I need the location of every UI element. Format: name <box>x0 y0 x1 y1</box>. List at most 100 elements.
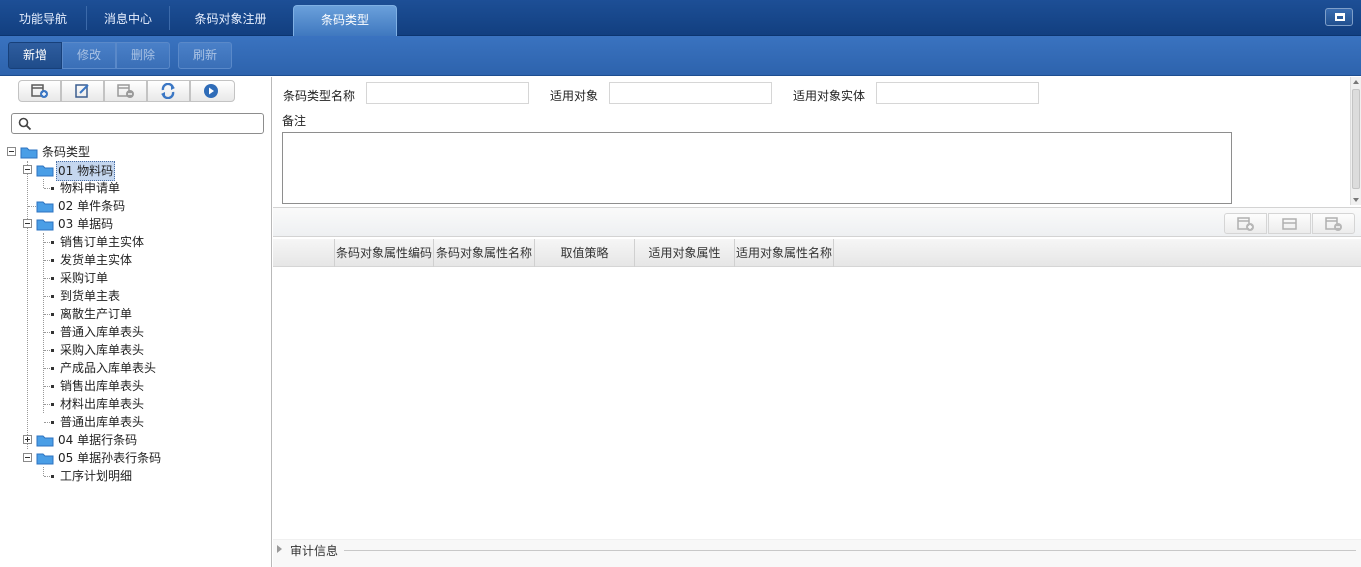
new-button[interactable]: 新增 <box>8 42 62 69</box>
tree-node-03[interactable]: 03 单据码 <box>0 215 272 233</box>
tree-connector <box>44 386 50 387</box>
scroll-down-icon[interactable] <box>1353 198 1359 202</box>
tree-node-root[interactable]: 条码类型 <box>0 143 272 161</box>
tree-node-04[interactable]: 04 单据行条码 <box>0 431 272 449</box>
tree-refresh-button[interactable] <box>147 80 190 102</box>
column-header[interactable]: 条码对象属性名称 <box>434 239 535 267</box>
scroll-up-icon[interactable] <box>1353 80 1359 84</box>
tree-connector <box>44 422 50 423</box>
collapse-toggle[interactable] <box>23 453 32 462</box>
target-entity-input[interactable] <box>876 82 1039 104</box>
tree-toolbar <box>18 80 241 102</box>
tree-leaf[interactable]: 工序计划明细 <box>0 467 272 485</box>
bullet-icon <box>51 187 54 190</box>
folder-icon <box>36 201 54 213</box>
tree-node-label: 到货单主表 <box>60 289 121 303</box>
tree-node-label: 采购入库单表头 <box>60 343 145 357</box>
tree-delete-button[interactable] <box>104 80 147 102</box>
insert-row-icon <box>1282 218 1297 230</box>
tree-connector <box>44 278 50 279</box>
folder-icon <box>36 435 54 447</box>
action-toolbar: 新增 修改 删除 刷新 <box>0 36 1361 76</box>
tree-node-02[interactable]: 02 单件条码 <box>0 197 272 215</box>
tab-barcode-type[interactable]: 条码类型 <box>293 5 397 36</box>
column-header[interactable]: 适用对象属性名称 <box>735 239 834 267</box>
tree-connector <box>44 260 50 261</box>
column-header[interactable]: 适用对象属性 <box>635 239 735 267</box>
tree-leaf[interactable]: 材料出库单表头 <box>0 395 272 413</box>
add-row-icon <box>1237 217 1254 231</box>
tree-node-05[interactable]: 05 单据孙表行条码 <box>0 449 272 467</box>
tree-connector <box>44 350 50 351</box>
tree-leaf[interactable]: 采购订单 <box>0 269 272 287</box>
audit-info-label: 审计信息 <box>290 544 339 558</box>
type-name-label: 条码类型名称 <box>283 89 356 103</box>
tree-node-label: 材料出库单表头 <box>60 397 145 411</box>
target-label: 适用对象 <box>550 89 599 103</box>
tree-leaf[interactable]: 普通入库单表头 <box>0 323 272 341</box>
collapse-toggle[interactable] <box>23 165 32 174</box>
collapse-toggle[interactable] <box>7 147 16 156</box>
tree-node-label: 销售出库单表头 <box>60 379 145 393</box>
restore-window-button[interactable] <box>1325 8 1353 26</box>
tree-connector <box>44 296 50 297</box>
tree-leaf[interactable]: 销售出库单表头 <box>0 377 272 395</box>
detail-panel: 条码类型名称 适用对象 适用对象实体 备注 条码对象属性编码 条码对象属性名称 … <box>273 77 1361 567</box>
tree-node-label: 物料申请单 <box>60 181 121 195</box>
grid-insert-row-button[interactable] <box>1268 213 1311 234</box>
tree-connector <box>44 368 50 369</box>
grid-body[interactable] <box>273 267 1361 539</box>
bullet-icon <box>51 403 54 406</box>
tree-connector <box>44 242 50 243</box>
tree-node-label: 05 单据孙表行条码 <box>58 451 162 465</box>
tree-node-label: 02 单件条码 <box>58 199 126 213</box>
tree-node-label: 产成品入库单表头 <box>60 361 157 375</box>
folder-icon <box>36 453 54 465</box>
delete-button[interactable]: 删除 <box>116 42 170 69</box>
tab-message-center[interactable]: 消息中心 <box>87 5 169 36</box>
refresh-button[interactable]: 刷新 <box>178 42 232 69</box>
tree-connector <box>44 404 50 405</box>
tree-add-button[interactable] <box>18 80 61 102</box>
target-input[interactable] <box>609 82 772 104</box>
scroll-thumb[interactable] <box>1352 89 1360 189</box>
tab-function-nav[interactable]: 功能导航 <box>0 5 86 36</box>
column-header[interactable]: 条码对象属性编码 <box>335 239 434 267</box>
bullet-icon <box>51 475 54 478</box>
play-icon <box>204 84 218 98</box>
tree-leaf[interactable]: 销售订单主实体 <box>0 233 272 251</box>
tree-node-01[interactable]: 01 物料码 <box>0 161 272 181</box>
column-header[interactable]: 取值策略 <box>535 239 635 267</box>
tree-leaf[interactable]: 到货单主表 <box>0 287 272 305</box>
tree-leaf[interactable]: 物料申请单 <box>0 179 272 197</box>
tree-panel: 条码类型 01 物料码 物料申请单 02 单件条码 03 单据码 销售订单主实体… <box>0 77 272 567</box>
tab-barcode-object-register[interactable]: 条码对象注册 <box>170 5 291 36</box>
collapse-toggle[interactable] <box>23 219 32 228</box>
tree-run-button[interactable] <box>190 80 235 102</box>
grid-header: 条码对象属性编码 条码对象属性名称 取值策略 适用对象属性 适用对象属性名称 <box>273 239 1361 267</box>
tree-leaf[interactable]: 发货单主实体 <box>0 251 272 269</box>
tree-node-label: 采购订单 <box>60 271 109 285</box>
grid-delete-row-button[interactable] <box>1312 213 1355 234</box>
tree-node-label: 销售订单主实体 <box>60 235 145 249</box>
bullet-icon <box>51 295 54 298</box>
tree-leaf[interactable]: 离散生产订单 <box>0 305 272 323</box>
grid-add-row-button[interactable] <box>1224 213 1267 234</box>
tree-edit-button[interactable] <box>61 80 104 102</box>
remark-textarea[interactable] <box>282 132 1232 204</box>
expand-toggle[interactable] <box>23 435 32 444</box>
audit-info-section[interactable]: 审计信息 <box>273 539 1361 567</box>
tree-search-input[interactable] <box>11 113 264 134</box>
tree-leaf[interactable]: 普通出库单表头 <box>0 413 272 431</box>
expand-arrow-icon[interactable] <box>277 545 282 553</box>
refresh-icon <box>161 83 175 99</box>
tree-leaf[interactable]: 采购入库单表头 <box>0 341 272 359</box>
form-scrollbar[interactable] <box>1350 77 1361 205</box>
bullet-icon <box>51 349 54 352</box>
tree-node-label: 04 单据行条码 <box>58 433 138 447</box>
edit-button[interactable]: 修改 <box>62 42 116 69</box>
tree-connector <box>44 332 50 333</box>
type-name-input[interactable] <box>366 82 529 104</box>
tree-leaf[interactable]: 产成品入库单表头 <box>0 359 272 377</box>
bullet-icon <box>51 331 54 334</box>
